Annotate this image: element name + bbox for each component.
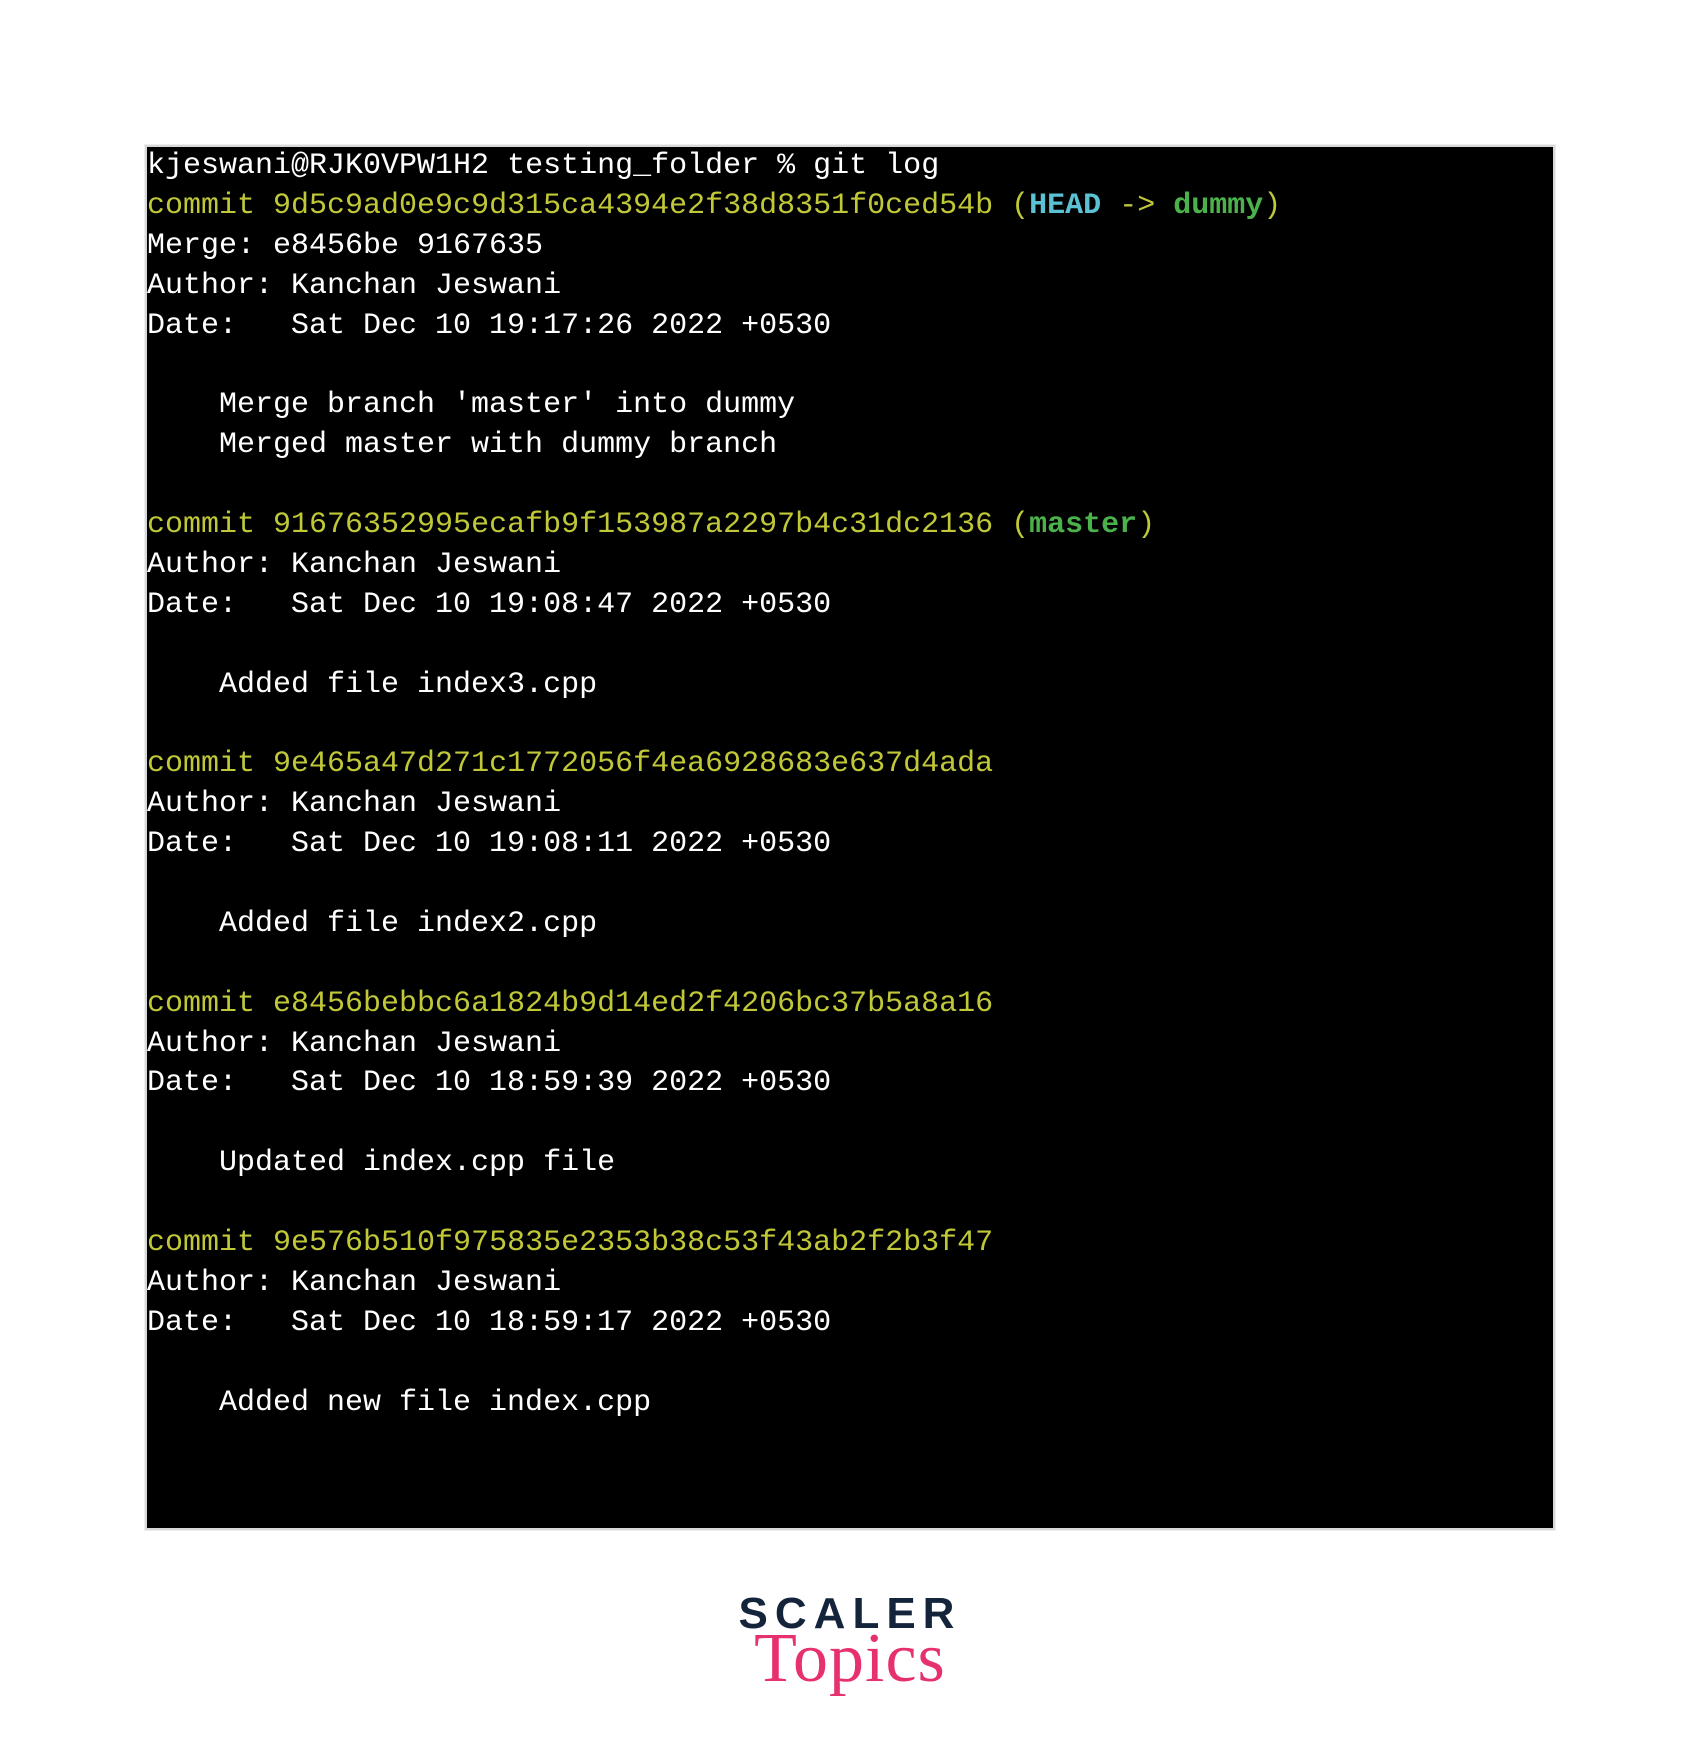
ref-branch: master xyxy=(1029,508,1137,542)
commit-message: Updated index.cpp file xyxy=(147,1146,615,1180)
author-line: Author: Kanchan Jeswani xyxy=(147,269,561,303)
date-line: Date: Sat Dec 10 18:59:39 2022 +0530 xyxy=(147,1066,831,1100)
date-line: Date: Sat Dec 10 18:59:17 2022 +0530 xyxy=(147,1306,831,1340)
commit-message: Merged master with dummy branch xyxy=(147,428,777,462)
brand-logo: SCALER Topics xyxy=(739,1592,962,1694)
date-line: Date: Sat Dec 10 19:08:11 2022 +0530 xyxy=(147,827,831,861)
commit-message: Added file index2.cpp xyxy=(147,907,597,941)
date-line: Date: Sat Dec 10 19:17:26 2022 +0530 xyxy=(147,309,831,343)
ref-head: HEAD xyxy=(1029,189,1101,223)
commit-message: Added new file index.cpp xyxy=(147,1386,651,1420)
ref-decor: ( xyxy=(993,189,1029,223)
commit-line: commit e8456bebbc6a1824b9d14ed2f4206bc37… xyxy=(147,987,993,1021)
commit-line: commit 9e465a47d271c1772056f4ea6928683e6… xyxy=(147,747,993,781)
ref-decor: ( xyxy=(993,508,1029,542)
ref-decor-close: ) xyxy=(1263,189,1281,223)
ref-decor-close: ) xyxy=(1137,508,1155,542)
merge-line: Merge: e8456be 9167635 xyxy=(147,229,543,263)
logo-text-bottom: Topics xyxy=(739,1624,962,1694)
author-line: Author: Kanchan Jeswani xyxy=(147,1266,561,1300)
commit-message: Merge branch 'master' into dummy xyxy=(147,388,795,422)
date-line: Date: Sat Dec 10 19:08:47 2022 +0530 xyxy=(147,588,831,622)
author-line: Author: Kanchan Jeswani xyxy=(147,1027,561,1061)
commit-line: commit 9e576b510f975835e2353b38c53f43ab2… xyxy=(147,1226,993,1260)
commit-line: commit 91676352995ecafb9f153987a2297b4c3… xyxy=(147,508,993,542)
commit-line: commit 9d5c9ad0e9c9d315ca4394e2f38d8351f… xyxy=(147,189,993,223)
ref-arrow: -> xyxy=(1101,189,1173,223)
shell-prompt: kjeswani@RJK0VPW1H2 testing_folder % xyxy=(147,149,813,183)
ref-branch: dummy xyxy=(1173,189,1263,223)
commit-message: Added file index3.cpp xyxy=(147,668,597,702)
author-line: Author: Kanchan Jeswani xyxy=(147,548,561,582)
command-text: git log xyxy=(813,149,939,183)
author-line: Author: Kanchan Jeswani xyxy=(147,787,561,821)
terminal-output: kjeswani@RJK0VPW1H2 testing_folder % git… xyxy=(145,145,1555,1530)
